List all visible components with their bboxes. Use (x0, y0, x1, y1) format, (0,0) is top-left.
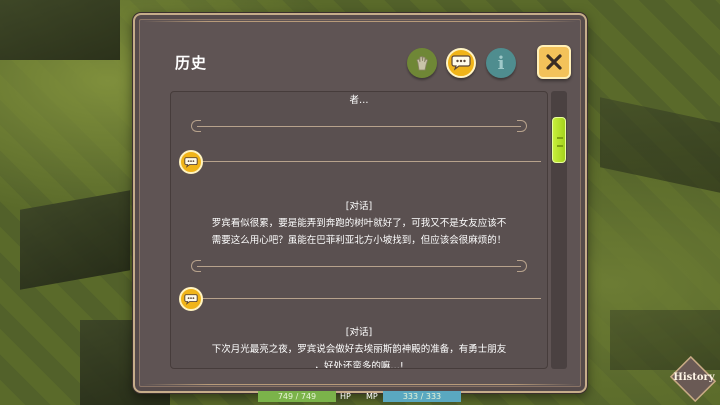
log-entry-text: 需要这么用心吧？虽能在巴菲利亚北方小坡找到，但应该会很麻烦的！ (211, 235, 507, 246)
log-divider (191, 260, 527, 274)
hp-label: HP (340, 392, 351, 401)
background-rock (610, 310, 720, 370)
log-entry-header (179, 287, 541, 311)
log-entry-text: 下次月光最亮之夜，罗宾说会做好去埃丽斯韵神殿的准备，有勇士朋友 (211, 344, 507, 355)
log-entry-header (179, 150, 541, 174)
log-divider (191, 120, 527, 134)
log-scrollbar[interactable] (551, 91, 567, 369)
hand-icon (416, 56, 428, 71)
speech-bubble-icon (179, 150, 203, 174)
history-panel: 历史 i 者… [对话] 罗宾看似很累，要是能弄到奔跑的树叶就好了，可我又不是女… (133, 13, 587, 393)
hp-bar: 749 / 749 (258, 391, 336, 402)
log-entry-text: ，好处还蛮多的嘛…! (314, 361, 404, 369)
log-entry-tag: [对话] (345, 327, 373, 338)
history-log[interactable]: 者… [对话] 罗宾看似很累，要是能弄到奔跑的树叶就好了，可我又不是女友应该不 … (170, 91, 548, 369)
log-entry-text: 罗宾看似很累，要是能弄到奔跑的树叶就好了，可我又不是女友应该不 (211, 218, 507, 229)
background-rock (600, 97, 720, 193)
close-button[interactable] (537, 45, 571, 79)
speech-bubble-icon (179, 287, 203, 311)
filter-info-button[interactable]: i (486, 48, 516, 78)
speech-bubble-icon (451, 55, 471, 71)
close-icon (546, 54, 562, 70)
log-entry-tag: [对话] (345, 201, 373, 212)
filter-dialogue-button[interactable] (446, 48, 476, 78)
background-rock (20, 190, 130, 290)
background-rock (0, 0, 120, 60)
info-icon: i (497, 52, 505, 74)
mp-bar: 333 / 333 (383, 391, 461, 402)
mp-label: MP (366, 392, 378, 401)
scroll-thumb[interactable] (552, 117, 566, 163)
history-button-label[interactable]: History (668, 372, 720, 383)
panel-title: 历史 (175, 54, 208, 72)
log-entry-text: 者… (349, 95, 369, 106)
filter-action-button[interactable] (407, 48, 437, 78)
